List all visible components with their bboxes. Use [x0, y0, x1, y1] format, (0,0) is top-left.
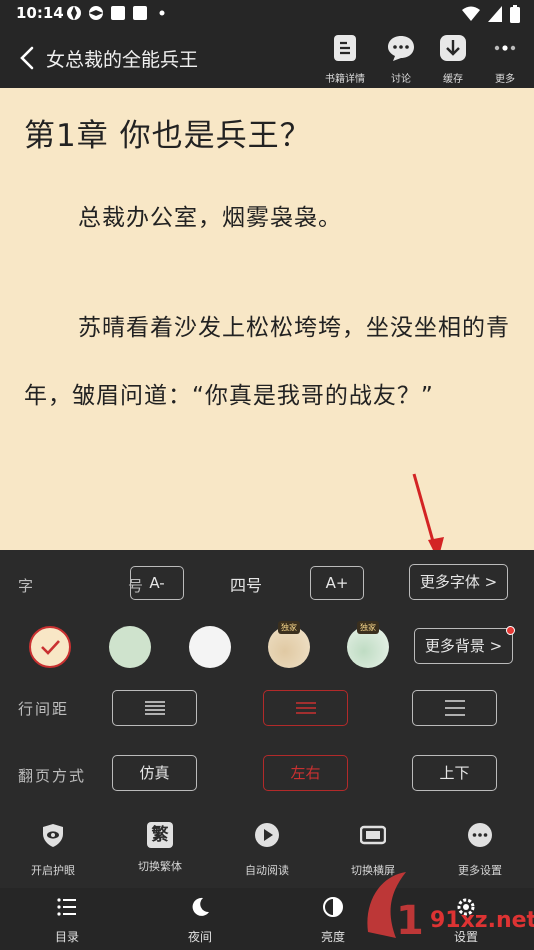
more-label: 更多 — [495, 74, 515, 85]
new-indicator-dot — [506, 626, 515, 635]
pinwheel-icon — [89, 6, 103, 20]
svg-text:1: 1 — [396, 898, 424, 944]
notification-icons — [66, 5, 170, 21]
app-square-icon — [111, 6, 125, 20]
dot-icon — [159, 10, 165, 16]
cache-label: 缓存 — [443, 74, 463, 85]
exclusive-badge: 独家 — [278, 621, 300, 634]
more-settings-icon — [468, 823, 492, 847]
status-bar: 10:14 — [0, 0, 534, 28]
night-mode-label: 夜间 — [187, 930, 212, 944]
watermark-text: 91xz.net — [430, 908, 534, 933]
back-arrow-icon[interactable] — [16, 44, 40, 72]
more-dots-icon — [494, 45, 516, 51]
auto-read-label: 自动阅读 — [245, 864, 289, 877]
reader-top-bar: 女总裁的全能兵王 书籍详情 讨论 缓存 更多 — [0, 28, 534, 88]
wifi-icon — [462, 6, 480, 21]
night-mode-tab[interactable]: 夜间 — [165, 896, 235, 945]
line-spacing-row-label: 行间距 — [18, 700, 70, 718]
brightness-tab[interactable]: 亮度 — [298, 896, 368, 945]
exclusive-badge: 独家 — [357, 621, 379, 634]
paragraph: 苏晴看着沙发上松松垮垮，坐没坐相的青年，皱眉问道：“你真是我哥的战友？” — [24, 315, 510, 409]
page-turn-vertical-button[interactable]: 上下 — [412, 755, 497, 791]
chapter-title: 第1章 你也是兵王？ — [24, 118, 312, 154]
pinwheel-icon — [67, 6, 81, 20]
brightness-label: 亮度 — [320, 930, 345, 944]
checkmark-icon — [41, 640, 60, 655]
app-square-icon — [133, 6, 147, 20]
play-icon — [255, 823, 279, 847]
eye-protection-button[interactable]: 开启护眼 — [13, 822, 93, 878]
book-details-icon — [334, 35, 356, 61]
status-time: 10:14 — [16, 4, 64, 22]
background-swatch-selected[interactable] — [29, 626, 71, 668]
paragraph: 总裁办公室，烟雾袅袅。 — [78, 205, 342, 231]
cache-button[interactable]: 缓存 — [426, 34, 480, 85]
catalog-tab[interactable]: 目录 — [32, 896, 102, 945]
signal-icon — [488, 6, 502, 22]
discussion-button[interactable]: 讨论 — [374, 34, 428, 85]
background-swatch[interactable] — [189, 626, 231, 668]
traditional-chinese-label: 切换繁体 — [138, 860, 182, 873]
brightness-icon — [323, 897, 343, 917]
watermark: 1 91xz.net — [360, 862, 534, 950]
moon-icon — [192, 897, 209, 916]
catalog-label: 目录 — [54, 930, 79, 944]
book-details-button[interactable]: 书籍详情 — [318, 34, 372, 85]
line-spacing-compact-button[interactable] — [112, 690, 197, 726]
background-swatch-exclusive[interactable]: 独家 — [268, 621, 310, 668]
system-icons — [462, 5, 520, 23]
traditional-chinese-button[interactable]: 繁 切换繁体 — [120, 822, 200, 874]
page-turn-row-label: 翻页方式 — [18, 767, 87, 785]
more-button[interactable]: 更多 — [478, 34, 532, 85]
auto-read-button[interactable]: 自动阅读 — [227, 822, 307, 878]
more-backgrounds-button[interactable]: 更多背景 > — [414, 626, 515, 664]
landscape-icon — [359, 825, 387, 845]
download-icon — [440, 35, 466, 61]
traditional-char-icon: 繁 — [147, 822, 173, 848]
page-turn-horizontal-button[interactable]: 左右 — [263, 755, 348, 791]
book-details-label: 书籍详情 — [325, 74, 365, 85]
eye-shield-icon — [43, 824, 63, 847]
compact-lines-icon — [144, 701, 165, 715]
chat-bubble-icon — [388, 36, 414, 61]
discussion-label: 讨论 — [391, 74, 411, 85]
list-icon — [57, 898, 76, 916]
current-font-size: 四号 — [230, 576, 263, 595]
line-spacing-medium-button[interactable] — [263, 690, 348, 726]
medium-lines-icon — [295, 702, 316, 714]
font-increase-button[interactable]: A+ — [310, 566, 364, 600]
font-decrease-button[interactable]: A- — [130, 566, 184, 600]
eye-protection-label: 开启护眼 — [31, 864, 75, 877]
line-spacing-loose-button[interactable] — [412, 690, 497, 726]
background-swatch-exclusive[interactable]: 独家 — [347, 621, 389, 668]
page-turn-simulation-button[interactable]: 仿真 — [112, 755, 197, 791]
more-backgrounds-label: 更多背景 > — [424, 637, 503, 655]
watermark-logo: 1 — [367, 872, 424, 944]
more-fonts-button[interactable]: 更多字体 > — [409, 564, 508, 600]
loose-lines-icon — [444, 700, 465, 716]
background-swatch[interactable] — [109, 626, 151, 668]
book-title: 女总裁的全能兵王 — [46, 49, 199, 71]
battery-icon — [510, 5, 520, 23]
